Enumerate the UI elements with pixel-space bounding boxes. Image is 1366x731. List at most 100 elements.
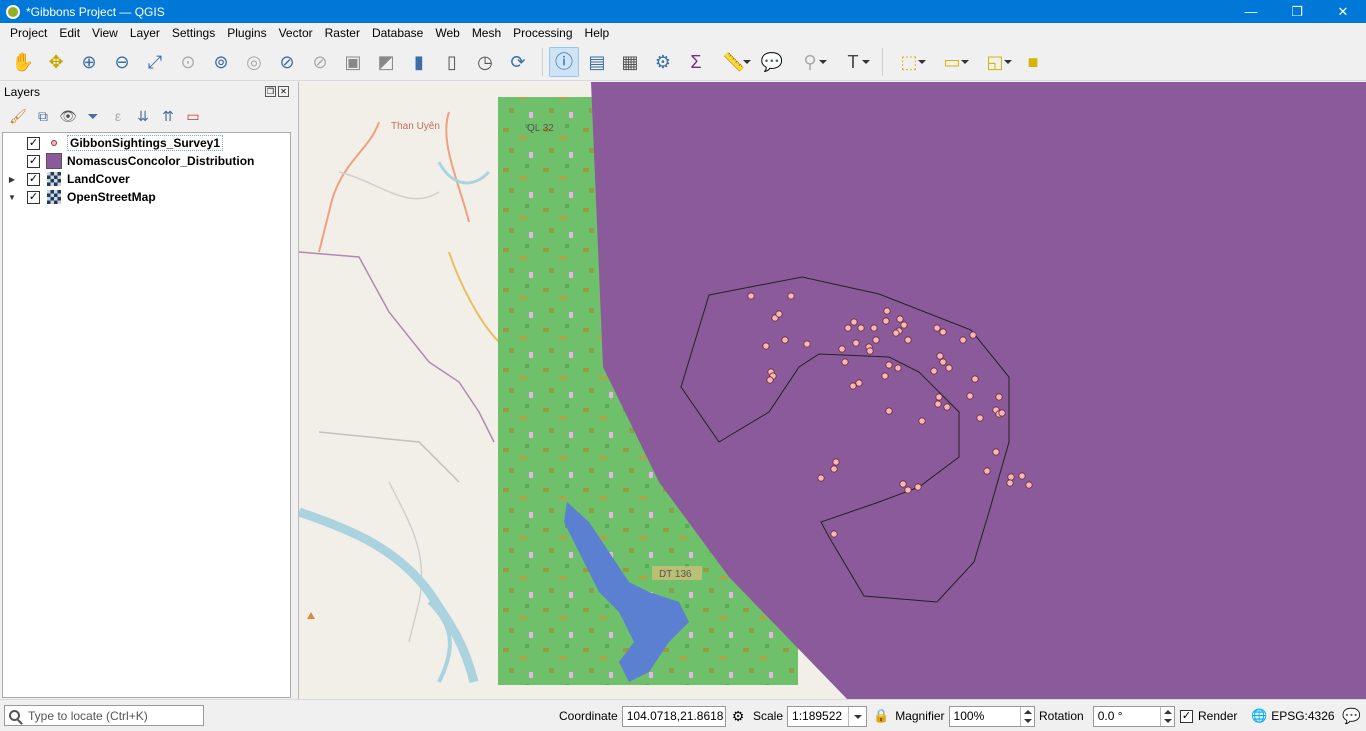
restore-button[interactable]: ❐ [1274, 0, 1320, 23]
new-3d-view-button[interactable]: ◩ [371, 47, 401, 77]
pan-map-button[interactable]: ✋ [8, 47, 38, 77]
layer-row-gibbonsightings[interactable]: ✓ GibbonSightings_Survey1 [3, 134, 290, 152]
pan-to-selection-button[interactable]: ✥ [41, 47, 71, 77]
map-canvas[interactable]: Than Uyên QL 32 DT 136 [298, 82, 1366, 699]
collapse-all-icon: ⇈ [162, 107, 174, 124]
zoom-to-selection-button[interactable]: ⊙ [173, 47, 203, 77]
close-panel-button[interactable]: ✕ [278, 86, 289, 97]
rotation-spin-icon[interactable] [1159, 706, 1174, 726]
coordinate-field[interactable]: 104.0718,21.8618 [621, 705, 726, 727]
ruler-icon: 📏 [722, 51, 746, 72]
float-panel-button[interactable]: ❐ [265, 86, 276, 97]
layer-row-landcover[interactable]: ▶ ✓ LandCover [3, 170, 290, 188]
temporal-controller-button[interactable]: ◷ [470, 47, 500, 77]
sighting-point [918, 417, 926, 425]
magnifier-spinbox[interactable]: 100% [948, 705, 1035, 727]
menu-help[interactable]: Help [579, 26, 616, 40]
rotation-spinbox[interactable]: 0.0 ° [1092, 705, 1175, 727]
menu-vector[interactable]: Vector [273, 26, 319, 40]
minimize-button[interactable]: — [1228, 0, 1274, 23]
sighting-point [855, 379, 863, 387]
expand-arrow-icon[interactable]: ▶ [7, 175, 17, 184]
messages-icon[interactable]: 💬 [1342, 707, 1361, 725]
open-attribute-table-button[interactable]: ▤ [582, 47, 612, 77]
deselect-features-button[interactable]: ◱ [975, 47, 1015, 77]
layer-row-nomascus-distribution[interactable]: ✓ NomascusConcolor_Distribution [3, 152, 290, 170]
paintbrush-icon: 🖌 [9, 107, 27, 124]
layer-visibility-checkbox[interactable]: ✓ [27, 172, 40, 186]
sighting-point [850, 318, 858, 326]
map-tips-button[interactable]: 💬 [757, 47, 787, 77]
layer-visibility-checkbox[interactable]: ✓ [27, 190, 40, 204]
select-features-button[interactable]: ⬚ [889, 47, 929, 77]
hand-icon: ✋ [11, 51, 35, 72]
open-field-calculator-button[interactable]: ▦ [615, 47, 645, 77]
filter-legend-button[interactable]: ⏷ [81, 104, 105, 128]
crs-button[interactable]: EPSG:4326 [1271, 709, 1334, 723]
zoom-to-layer-button[interactable]: ⊚ [206, 47, 236, 77]
measure-line-button[interactable]: 📏 [714, 47, 754, 77]
menu-web[interactable]: Web [429, 26, 465, 40]
show-bookmarks-button[interactable]: ▯ [437, 47, 467, 77]
layer-name: GibbonSightings_Survey1 [67, 135, 224, 151]
render-checkbox[interactable]: ✓ [1180, 709, 1193, 723]
sighting-point [866, 347, 874, 355]
new-spatial-bookmark-button[interactable]: ▮ [404, 47, 434, 77]
refresh-button[interactable]: ⟳ [503, 47, 533, 77]
menu-database[interactable]: Database [366, 26, 429, 40]
remove-layer-button[interactable]: ▭ [181, 104, 205, 128]
menu-edit[interactable]: Edit [53, 26, 86, 40]
raster-symbol-icon [46, 189, 62, 205]
layer-visibility-checkbox[interactable]: ✓ [27, 136, 40, 150]
processing-toolbox-button[interactable]: ⚙ [648, 47, 678, 77]
locator-search-input[interactable]: Type to locate (Ctrl+K) [4, 705, 204, 726]
menu-layer[interactable]: Layer [124, 26, 166, 40]
manage-map-themes-button[interactable]: 👁 [56, 104, 80, 128]
layer-visibility-checkbox[interactable]: ✓ [27, 154, 40, 168]
select-by-location-button[interactable]: ■ [1018, 47, 1048, 77]
zoom-in-button[interactable]: ⊕ [74, 47, 104, 77]
menu-plugins[interactable]: Plugins [221, 26, 272, 40]
zoom-out-button[interactable]: ⊖ [107, 47, 137, 77]
zoom-last-button[interactable]: ⊘ [272, 47, 302, 77]
lock-scale-icon[interactable]: 🔒 [873, 708, 889, 724]
toggle-extents-icon[interactable]: ⚙ [732, 708, 745, 725]
menu-processing[interactable]: Processing [507, 26, 578, 40]
scale-combobox[interactable]: 1:189522 [787, 705, 868, 727]
sighting-point [930, 367, 938, 375]
identify-features-button[interactable]: ⓘ [549, 46, 579, 77]
zoom-next-button[interactable]: ⊘ [305, 47, 335, 77]
sighting-point [803, 340, 811, 348]
point-symbol-icon [46, 135, 62, 151]
gear-icon: ⚙ [654, 51, 672, 72]
zoom-full-button[interactable]: ⤢ [140, 47, 170, 77]
layers-toolbar: 🖌 ⧉ 👁 ⏷ ε ⇊ ⇈ ▭ [0, 102, 293, 130]
scale-dropdown-icon[interactable] [848, 706, 866, 726]
new-map-view-button[interactable]: ▣ [338, 47, 368, 77]
sighting-point [849, 382, 857, 390]
menu-settings[interactable]: Settings [166, 26, 221, 40]
menu-mesh[interactable]: Mesh [466, 26, 507, 40]
deselect-icon: ◱ [986, 51, 1004, 72]
collapse-all-button[interactable]: ⇈ [156, 104, 180, 128]
crs-globe-icon[interactable]: 🌐 [1251, 708, 1267, 724]
add-group-button[interactable]: ⧉ [31, 104, 55, 128]
filter-expression-button[interactable]: ε [106, 104, 130, 128]
zoom-native-button[interactable]: ◎ [239, 47, 269, 77]
expand-all-button[interactable]: ⇊ [131, 104, 155, 128]
menu-raster[interactable]: Raster [319, 26, 366, 40]
close-button[interactable]: ✕ [1320, 0, 1366, 23]
menu-project[interactable]: Project [4, 26, 53, 40]
peak-marker-icon [307, 612, 315, 619]
sighting-point [900, 321, 908, 329]
locator-button[interactable]: ⚲ [790, 47, 830, 77]
statistical-summary-button[interactable]: Σ [681, 47, 711, 77]
layer-row-openstreetmap[interactable]: ▼ ✓ OpenStreetMap [3, 188, 290, 206]
sighting-point [933, 324, 941, 332]
open-layer-styling-button[interactable]: 🖌 [6, 104, 30, 128]
menu-view[interactable]: View [86, 26, 124, 40]
magnifier-spin-icon[interactable] [1019, 706, 1034, 726]
collapse-arrow-icon[interactable]: ▼ [7, 193, 17, 202]
text-annotation-button[interactable]: T [833, 47, 873, 77]
select-by-expression-button[interactable]: ▭ [932, 47, 972, 77]
